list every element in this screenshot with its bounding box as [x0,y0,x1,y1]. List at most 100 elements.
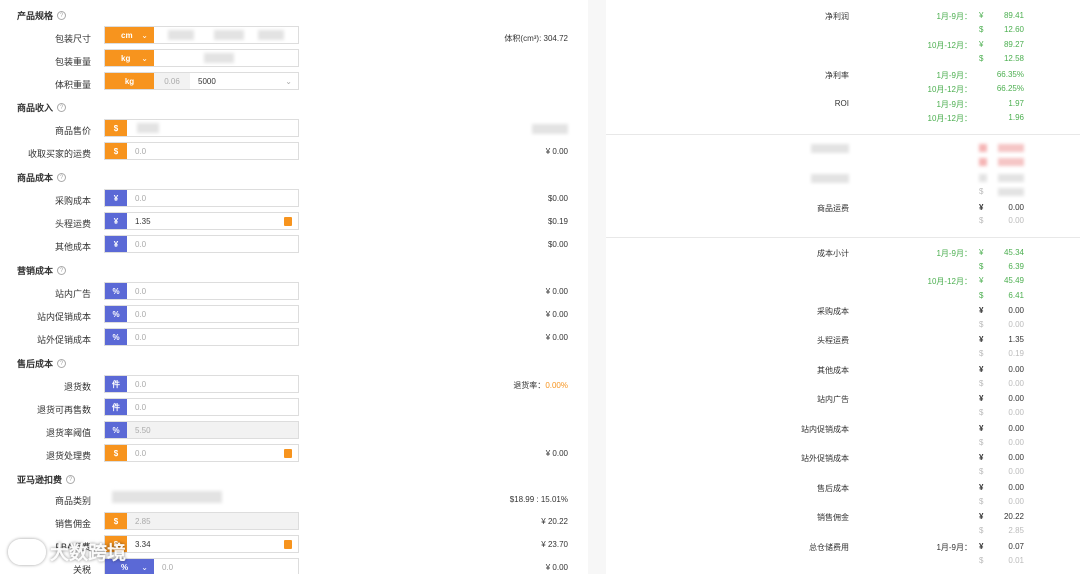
watermark-text: 大数跨境 [50,543,127,564]
returns-resellable-field[interactable]: 件 0.0 [104,398,299,416]
section-label: 售后成本 [17,359,54,369]
yuan-addon: ¥ [105,236,127,252]
buyer-shipping-field[interactable]: $ 0.0 [104,142,299,160]
cost-subtotal-p1-usd: 6.39 [1008,262,1024,271]
cost-subtotal-label: 成本小计 [817,249,849,258]
roi-p1: 1.97 [1008,99,1024,108]
blurred-value [137,123,159,133]
returns-field[interactable]: 件 0.0 [104,375,299,393]
calculator-icon[interactable] [284,216,292,226]
cost-item-usd: 0.00 [1008,320,1024,329]
blurred-value [168,30,194,40]
calculator-icon[interactable] [284,448,292,458]
percent-addon: % [105,306,127,322]
return-threshold-field: % 5.50 [104,421,299,439]
logo-icon [8,538,46,565]
help-icon[interactable]: ? [57,359,67,368]
net-profit-p1-usd: 12.60 [1003,25,1024,34]
field-value: 3.34 [135,539,151,549]
cost-item-label: 头程运费 [817,336,849,345]
net-margin-label: 净利率 [825,71,849,80]
label-returns-resellable: 退货可再售数 [36,405,91,415]
label-returns: 退货数 [63,382,91,392]
cost-item-label: 采购成本 [817,307,849,316]
section-title-cost: 商品成本? [17,171,67,184]
label-category: 商品类别 [54,496,91,506]
help-icon[interactable]: ? [57,266,67,275]
shipping-cny: 0.00 [1008,203,1024,212]
pack-weight-field[interactable]: kg ⌄ [104,49,299,67]
category-select[interactable] [112,491,222,503]
chevron-down-icon: ⌄ [285,76,292,86]
cost-item-label: 其他成本 [817,366,849,375]
volume-readout: 体积(cm³): 304.72 [504,34,568,43]
net-profit-p2-cny: 89.27 [1003,40,1024,49]
row-result: ¥ 0.00 [545,449,568,458]
net-profit-label: 净利润 [825,12,849,21]
row-result: ¥ 0.00 [545,287,568,296]
fba-fee-field[interactable]: $ 3.34 [104,535,299,553]
net-margin-p1: 66.35% [996,70,1024,79]
help-icon[interactable]: ? [57,173,67,182]
help-icon[interactable]: ? [57,103,67,112]
label-return-handling: 退货处理费 [45,451,91,461]
row-result: ¥ 0.00 [545,563,568,572]
return-rate-value: 0.00% [545,381,568,390]
field-value: 0.0 [162,562,174,572]
row-result: $18.99 : 15.01% [509,495,568,504]
purchase-cost-field[interactable]: ¥ 0.0 [104,189,299,207]
blurred-value [258,30,284,40]
blurred-value [204,53,234,63]
cost-item-cny: 0.00 [1008,394,1024,403]
field-value: 0.0 [135,193,147,203]
field-value: 0.0 [135,379,147,389]
cost-subtotal-p1-cny: 45.34 [1003,248,1024,257]
field-value: 0.0 [135,448,147,458]
divider [606,237,1080,238]
yuan-addon: ¥ [105,190,127,206]
blurred-label [811,174,849,183]
section-title-income: 商品收入? [17,101,67,114]
onsite-promo-field[interactable]: % 0.0 [104,305,299,323]
return-handling-field[interactable]: $ 0.0 [104,444,299,462]
vol-weight-field[interactable]: kg 0.06 5000 ⌄ [104,72,299,90]
dollar-addon: $ [105,445,127,461]
storage-usd: 0.01 [1008,556,1024,565]
roi-p2: 1.96 [1008,113,1024,122]
other-cost-field[interactable]: ¥ 0.0 [104,235,299,253]
field-value: 0.0 [135,286,147,296]
sales-commission-field: $ 2.85 [104,512,299,530]
offsite-promo-field[interactable]: % 0.0 [104,328,299,346]
first-leg-field[interactable]: ¥ 1.35 [104,212,299,230]
row-result: ¥ 20.22 [541,517,568,526]
section-title-marketing: 营销成本? [17,264,67,277]
net-margin-p2: 66.25% [996,84,1024,93]
unit-select-kg[interactable]: kg ⌄ [105,50,154,66]
calculator-icon[interactable] [284,539,292,549]
onsite-ads-field[interactable]: % 0.0 [104,282,299,300]
shipping-usd: 0.00 [1008,216,1024,225]
pack-size-field[interactable]: cm ⌄ [104,26,299,44]
section-label: 亚马逊扣费 [17,475,63,485]
section-label: 商品收入 [17,103,54,113]
label-return-threshold: 退货率阈值 [45,428,91,438]
help-icon[interactable]: ? [66,475,76,484]
storage-cny: 0.07 [1008,542,1024,551]
cost-item-cny: 0.00 [1008,453,1024,462]
storage-label: 总仓储费用 [809,543,849,552]
unit-label: kg [121,53,131,63]
help-icon[interactable]: ? [57,11,67,20]
cost-item-usd: 0.00 [1008,408,1024,417]
cost-subtotal-p2-usd: 6.41 [1008,291,1024,300]
return-rate-readout: 退货率：0.00% [448,380,568,391]
tariff-field[interactable]: % ⌄ 0.0 [104,558,299,574]
yuan-addon: ¥ [105,213,127,229]
divisor-select[interactable]: 5000 [190,77,285,86]
label-purchase-cost: 采购成本 [54,196,91,206]
label-first-leg: 头程运费 [54,219,91,229]
sale-price-field[interactable]: $ [104,119,299,137]
unit-select-cm[interactable]: cm ⌄ [105,27,154,43]
row-result: ¥ 23.70 [541,540,568,549]
blurred-value [998,188,1024,196]
blurred-value [998,144,1024,152]
